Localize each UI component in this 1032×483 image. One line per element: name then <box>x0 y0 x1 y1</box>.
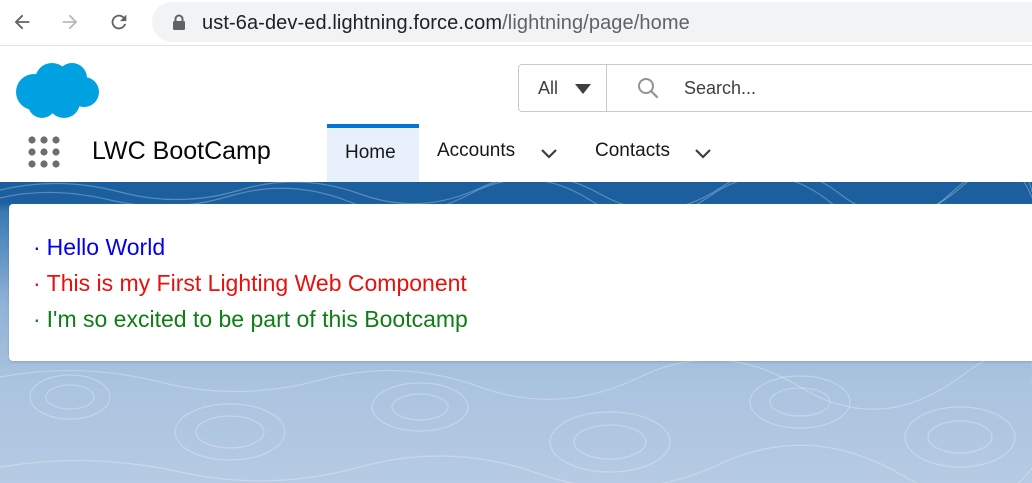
bullet: · <box>33 306 41 332</box>
reload-icon <box>111 14 127 30</box>
message-text-3: I'm so excited to be part of this Bootca… <box>46 306 468 332</box>
tab-home-label: Home <box>345 142 396 163</box>
search-icon <box>638 78 659 99</box>
chevron-down-icon[interactable] <box>540 148 558 160</box>
bullet: · <box>33 270 41 296</box>
hello-world-card: · Hello World · This is my First Lighting … <box>9 204 1032 361</box>
salesforce-cloud-logo[interactable] <box>12 58 102 120</box>
url-text: ust-6a-dev-ed.lightning.force.com/lightn… <box>202 12 690 35</box>
caret-down-icon <box>575 84 591 94</box>
back-button[interactable] <box>8 8 36 36</box>
message-line-1: · Hello World <box>33 234 165 261</box>
message-text-1: Hello World <box>46 234 166 260</box>
global-header: All <box>0 46 1032 124</box>
url-path: /lightning/page/home <box>502 12 690 34</box>
global-search: All <box>518 64 1032 112</box>
forward-button[interactable] <box>56 8 84 36</box>
search-scope-dropdown[interactable]: All <box>519 65 607 111</box>
search-input[interactable] <box>684 73 1024 103</box>
app-name: LWC BootCamp <box>92 137 271 165</box>
tab-accounts-label: Accounts <box>437 140 516 161</box>
tab-home[interactable]: Home <box>327 124 419 182</box>
arrow-left-icon <box>14 14 30 30</box>
message-line-3: · I'm so excited to be part of this Bootc… <box>33 306 468 333</box>
chevron-down-icon[interactable] <box>694 148 712 160</box>
bullet: · <box>33 234 41 260</box>
address-bar[interactable]: ust-6a-dev-ed.lightning.force.com/lightn… <box>152 2 1032 42</box>
app-launcher-icon[interactable] <box>26 134 62 170</box>
url-host: ust-6a-dev-ed.lightning.force.com <box>202 12 503 34</box>
search-scope-label: All <box>538 78 559 98</box>
message-line-2: · This is my First Lighting Web Component <box>33 270 467 297</box>
browser-toolbar: ust-6a-dev-ed.lightning.force.com/lightn… <box>0 0 1032 46</box>
message-text-2: This is my First Lighting Web Component <box>46 270 467 296</box>
tab-contacts[interactable]: Contacts <box>582 124 732 182</box>
reload-button[interactable] <box>105 8 133 36</box>
arrow-right-icon <box>62 14 78 30</box>
tab-contacts-label: Contacts <box>595 140 670 161</box>
app-navigation-bar: LWC BootCamp Home Accounts Contacts <box>0 124 1032 182</box>
lock-icon <box>173 14 185 30</box>
tab-accounts[interactable]: Accounts <box>424 124 574 182</box>
